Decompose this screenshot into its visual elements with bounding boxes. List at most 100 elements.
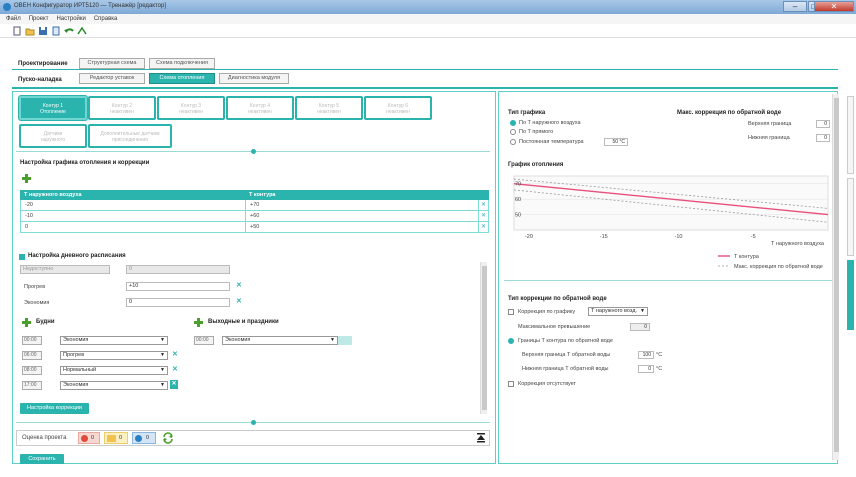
add-row-icon[interactable] [22, 174, 31, 183]
correction-settings-button[interactable]: Настройка коррекции [20, 403, 89, 414]
save-icon[interactable] [38, 26, 48, 36]
save-button[interactable]: Сохранить [20, 454, 64, 464]
side-tab-3[interactable] [847, 260, 854, 330]
mode-select[interactable]: Прогрев ▼ [60, 351, 168, 360]
open-folder-icon[interactable] [25, 26, 35, 36]
info-badge[interactable]: 0 [132, 432, 156, 444]
menu-project[interactable]: Проект [29, 14, 49, 24]
upper-limit-input[interactable]: 0 [816, 120, 830, 128]
cell-contour[interactable]: +60 [250, 211, 259, 221]
time-spinner[interactable]: 08:00 [22, 366, 42, 375]
max-excess-input[interactable]: 0 [630, 323, 650, 331]
menu-help[interactable]: Справка [94, 14, 118, 24]
add-weekday-icon[interactable] [22, 318, 31, 327]
toolbar [0, 24, 856, 38]
tabs-divider [12, 69, 838, 70]
daily-section-title: Настройка дневного расписания [28, 253, 126, 259]
close-button[interactable]: ✕ [814, 1, 854, 12]
contour-3-tab[interactable]: Контур 3 неактивен [157, 96, 225, 120]
delete-row-icon[interactable]: ✕ [478, 200, 488, 210]
correction-source-select[interactable]: Т наружного возд. ▼ [588, 307, 648, 316]
economy-input[interactable]: 0 [126, 298, 230, 307]
remove-item-icon[interactable]: ✕ [172, 350, 178, 358]
error-count: 0 [91, 435, 95, 441]
daily-schedule-checkbox[interactable] [19, 254, 25, 260]
left-scrollbar[interactable] [480, 262, 487, 414]
tab-diagnostics[interactable]: Диагностика модуля [219, 73, 289, 84]
cell-outdoor[interactable]: -10 [25, 211, 33, 221]
delete-row-icon[interactable]: ✕ [478, 222, 488, 232]
mode-select[interactable]: Экономия ▼ [222, 336, 338, 345]
contour-6-tab[interactable]: Контур 6 неактивен [364, 96, 432, 120]
constant-temp-input[interactable]: 50 °C [604, 138, 628, 146]
extra-sensors-tab[interactable]: Дополнительные датчики присоединения [88, 124, 172, 148]
return-limits-label: Границы Т контура по обратной воде [518, 338, 613, 344]
cell-outdoor[interactable]: -20 [25, 200, 33, 210]
new-file-icon[interactable] [12, 26, 22, 36]
cell-contour[interactable]: +70 [250, 200, 259, 210]
document-icon[interactable] [51, 26, 61, 36]
outdoor-sensors-tab[interactable]: Датчики наружного [19, 124, 87, 148]
chart-type-constant-radio[interactable] [510, 139, 516, 145]
economy-clear-icon[interactable]: ✕ [236, 297, 242, 305]
contour-5-tab[interactable]: Контур 5 неактивен [295, 96, 363, 120]
time-spinner[interactable]: 00:00 [194, 336, 214, 345]
table-row[interactable]: -10 +60 ✕ [20, 211, 489, 222]
undo-icon[interactable] [64, 26, 74, 36]
cell-outdoor[interactable]: 0 [25, 222, 28, 232]
heating-table: Т наружного воздуха Т контура -20 +70 ✕ … [20, 190, 489, 233]
chart-legend-label: Т контура [734, 254, 760, 260]
remove-item-icon[interactable]: ✕ [170, 380, 178, 389]
menu-file[interactable]: Файл [6, 14, 21, 24]
return-upper-unit: °C [656, 352, 663, 358]
tab-setpoints[interactable]: Редактор уставок [79, 73, 145, 84]
return-lower-input[interactable]: 0 [638, 365, 654, 373]
chevron-down-icon: ▼ [160, 352, 165, 358]
time-spinner[interactable]: 06:00 [22, 351, 42, 360]
signal-icon[interactable] [77, 26, 87, 36]
contour-1-tab[interactable]: Контур 1 Отопление [19, 96, 87, 120]
time-spinner[interactable]: 17:00 [22, 381, 42, 390]
mode-select[interactable]: Экономия ▼ [60, 381, 168, 390]
right-scrollbar-thumb[interactable] [834, 98, 839, 452]
right-scrollbar[interactable] [832, 94, 839, 460]
warnings-badge[interactable]: 0 [104, 432, 128, 444]
return-upper-input[interactable]: 100 [638, 351, 654, 359]
refresh-icon[interactable] [162, 432, 174, 444]
lower-limit-input[interactable]: 0 [816, 134, 830, 142]
side-tab-1[interactable] [847, 96, 854, 174]
contour-2-tab[interactable]: Контур 2 неактивен [88, 96, 156, 120]
table-row[interactable]: -20 +70 ✕ [20, 200, 489, 211]
side-tab-2[interactable] [847, 178, 854, 256]
time-spinner[interactable]: 00:00 [22, 336, 42, 345]
menu-settings[interactable]: Настройки [56, 14, 85, 24]
no-correction-checkbox[interactable] [508, 381, 514, 387]
warmup-clear-icon[interactable]: ✕ [236, 281, 242, 289]
chart-type-outdoor-radio[interactable] [510, 120, 516, 126]
table-row[interactable]: 0 +50 ✕ [20, 222, 489, 233]
mode-select[interactable]: Экономия ▼ [60, 336, 168, 345]
collapse-icon[interactable] [475, 432, 487, 444]
errors-badge[interactable]: 0 [78, 432, 100, 444]
mode-select[interactable]: Нормальный ▼ [60, 366, 168, 375]
return-limits-radio[interactable] [508, 338, 514, 344]
splitter-handle[interactable] [251, 420, 256, 425]
tab-structure[interactable]: Структурная схема [79, 58, 145, 69]
correction-by-chart-checkbox[interactable] [508, 309, 514, 315]
left-scrollbar-thumb[interactable] [482, 266, 487, 410]
chart-x-tick-label: -20 [525, 234, 533, 240]
cell-contour[interactable]: +50 [250, 222, 259, 232]
splitter-handle[interactable] [251, 149, 256, 154]
tab-wiring[interactable]: Схема подключения [149, 58, 215, 69]
minimize-button[interactable]: – [783, 1, 807, 12]
warmup-input[interactable]: +10 [126, 282, 230, 291]
tab-heating-scheme[interactable]: Схема отопления [149, 73, 215, 84]
mode-value: Экономия [63, 337, 89, 343]
chart-type-direct-radio[interactable] [510, 129, 516, 135]
contour-4-tab[interactable]: Контур 4 неактивен [226, 96, 294, 120]
chevron-down-icon: ▼ [330, 337, 335, 343]
delete-row-icon[interactable]: ✕ [478, 211, 488, 221]
weekend-remove-area[interactable] [338, 336, 352, 345]
add-weekend-icon[interactable] [194, 318, 203, 327]
remove-item-icon[interactable]: ✕ [172, 365, 178, 373]
